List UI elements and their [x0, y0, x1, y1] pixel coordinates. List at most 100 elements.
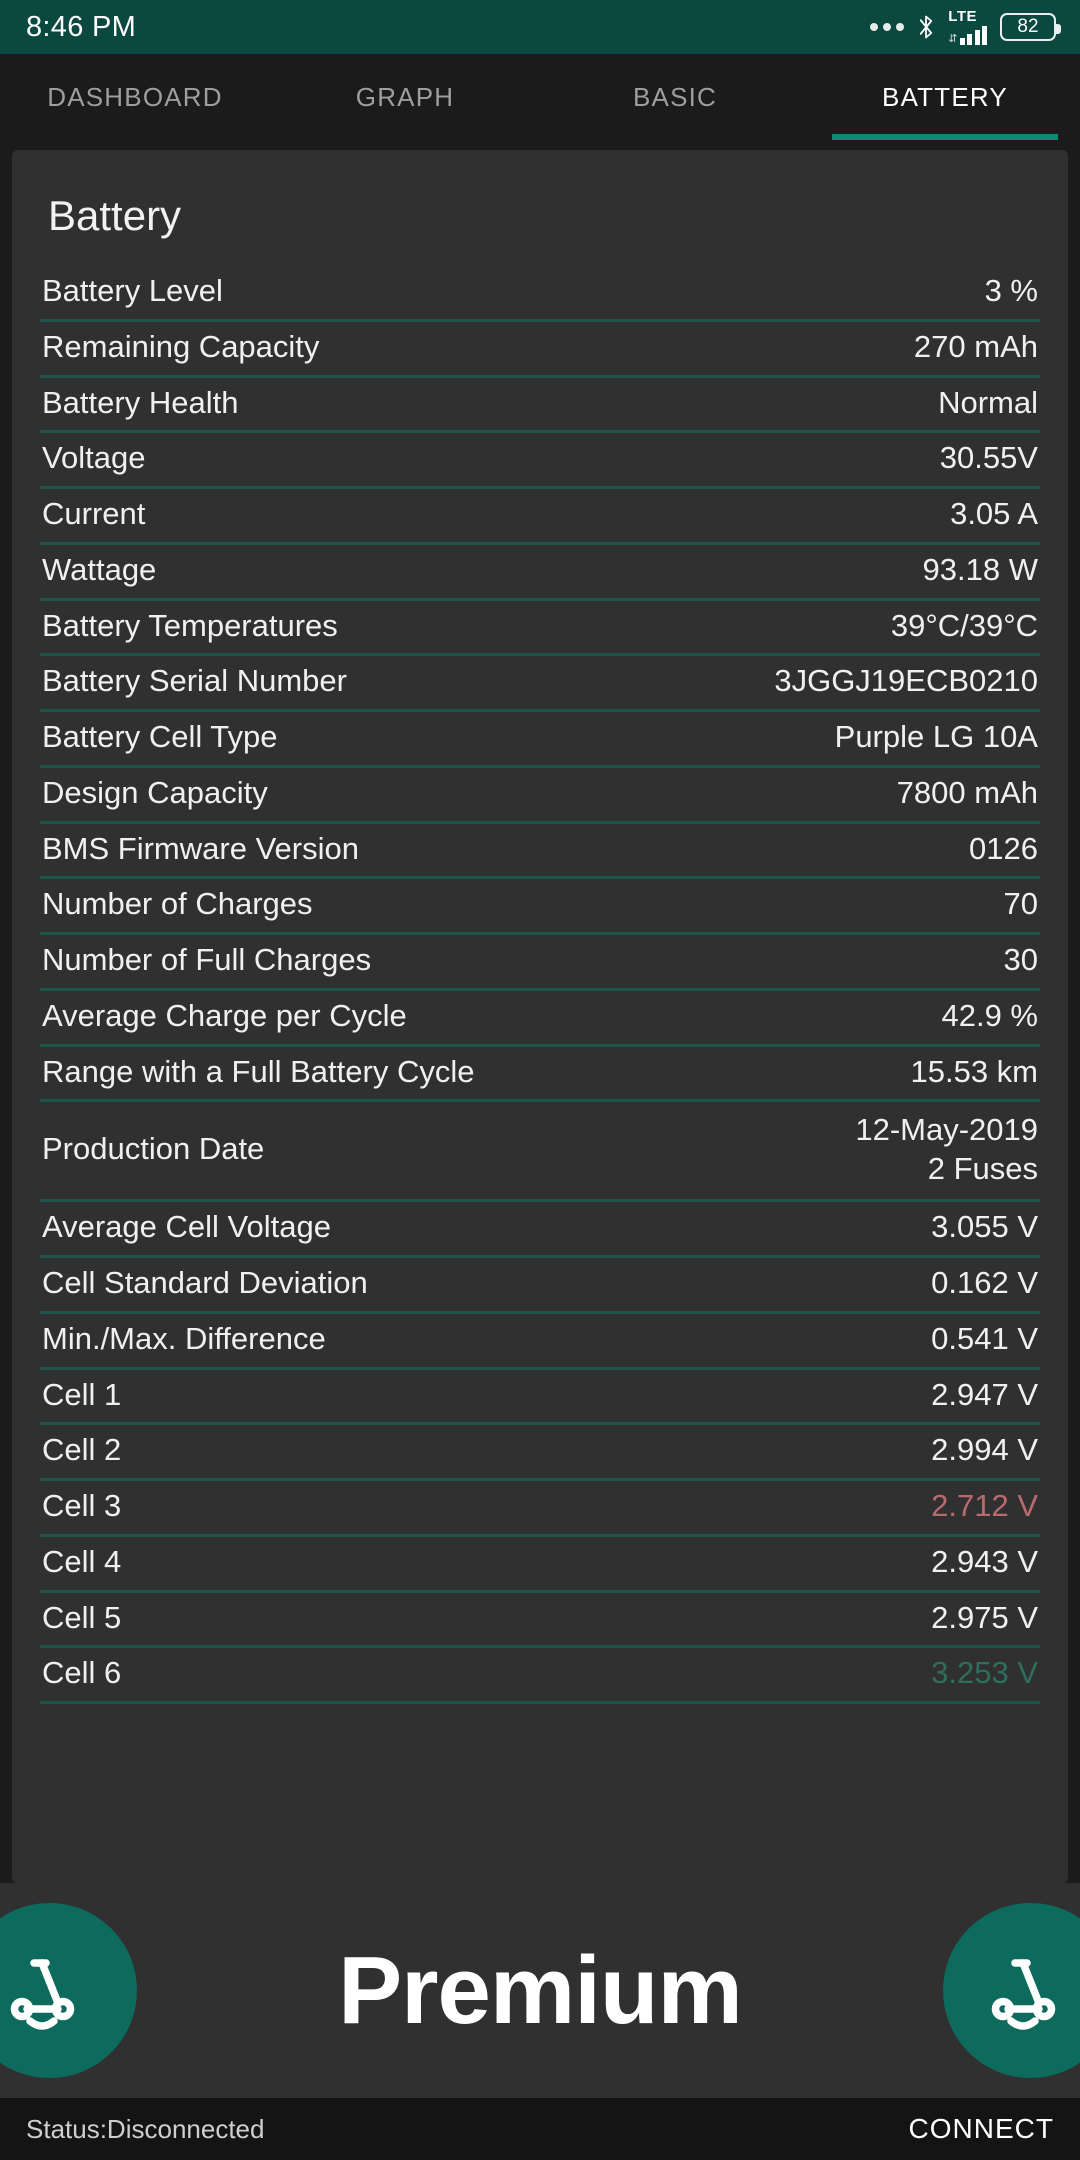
system-status-bar: 8:46 PM LTE ⇵ 82 — [0, 0, 1080, 54]
row-value: 270 mAh — [913, 328, 1038, 364]
battery-info-row: Cell 3 2.712 V — [40, 1481, 1040, 1537]
row-value: 12-May-2019 2 Fuses — [855, 1112, 1038, 1186]
battery-info-row: Battery Health Normal — [40, 378, 1040, 434]
row-label: Battery Temperatures — [42, 607, 338, 643]
battery-info-row: Number of Full Charges 30 — [40, 935, 1040, 991]
battery-info-row: Cell Standard Deviation 0.162 V — [40, 1258, 1040, 1314]
bluetooth-icon — [917, 13, 935, 41]
status-badge: Status:Disconnected — [26, 2113, 265, 2144]
scooter-icon — [943, 1903, 1080, 2078]
battery-card[interactable]: Battery Battery Level 3 % Remaining Capaci… — [12, 150, 1068, 1883]
row-value: 3JGGJ19ECB0210 — [774, 663, 1038, 699]
battery-info-row: Remaining Capacity 270 mAh — [40, 322, 1040, 378]
connection-status-bar: Status:Disconnected CONNECT — [0, 2098, 1080, 2160]
row-label: BMS Firmware Version — [42, 830, 359, 866]
battery-info-row: Cell 2 2.994 V — [40, 1425, 1040, 1481]
system-icons: LTE ⇵ 82 — [870, 9, 1061, 45]
tab-basic[interactable]: BASIC — [540, 54, 810, 140]
row-value: 2.975 V — [931, 1599, 1038, 1635]
row-label: Range with a Full Battery Cycle — [42, 1053, 475, 1089]
battery-info-row: Current 3.05 A — [40, 489, 1040, 545]
network-type-label: LTE — [948, 8, 977, 25]
battery-info-row: Voltage 30.55V — [40, 433, 1040, 489]
row-label: Cell Standard Deviation — [42, 1265, 368, 1300]
battery-info-row: Cell 6 3.253 V — [40, 1648, 1040, 1704]
battery-info-row: Production Date 12-May-2019 2 Fuses — [40, 1102, 1040, 1203]
battery-info-row: Average Cell Voltage 3.055 V — [40, 1202, 1040, 1258]
battery-info-list: Battery Level 3 % Remaining Capacity 270 mA… — [12, 266, 1068, 1704]
row-value: Normal — [938, 384, 1038, 420]
row-value: 2.994 V — [931, 1432, 1038, 1468]
row-label: Cell 1 — [42, 1376, 122, 1412]
row-value: 3.253 V — [931, 1655, 1038, 1691]
row-label: Wattage — [42, 551, 157, 587]
row-label: Average Cell Voltage — [42, 1209, 331, 1245]
battery-info-row: Design Capacity 7800 mAh — [40, 768, 1040, 824]
scooter-icon — [0, 1903, 137, 2078]
row-value: 30 — [1003, 942, 1038, 977]
row-value: 93.18 W — [922, 551, 1038, 587]
row-label: Cell 3 — [42, 1488, 122, 1523]
row-label: Cell 6 — [42, 1655, 122, 1691]
row-label: Battery Serial Number — [42, 663, 347, 699]
row-value: 2.712 V — [931, 1488, 1038, 1523]
battery-info-row: Number of Charges 70 — [40, 879, 1040, 935]
battery-info-row: Battery Temperatures 39°C/39°C — [40, 601, 1040, 657]
row-value: 3.055 V — [931, 1209, 1038, 1245]
row-value: Purple LG 10A — [834, 719, 1038, 754]
row-value: 70 — [1003, 886, 1038, 922]
main-content: Battery Battery Level 3 % Remaining Capaci… — [0, 140, 1080, 2098]
row-label: Min./Max. Difference — [42, 1320, 326, 1356]
battery-percent-label: 82 — [1017, 16, 1039, 37]
row-value: 3 % — [984, 273, 1038, 308]
tab-battery[interactable]: BATTERY — [810, 54, 1080, 140]
row-value: 2.943 V — [931, 1543, 1038, 1579]
row-label: Battery Level — [42, 273, 223, 308]
clock: 8:46 PM — [26, 10, 137, 43]
connect-button[interactable]: CONNECT — [909, 2113, 1054, 2145]
row-value: 0.162 V — [931, 1265, 1038, 1300]
row-label: Cell 5 — [42, 1599, 122, 1635]
tab-dashboard[interactable]: DASHBOARD — [0, 54, 270, 140]
battery-info-row: Battery Cell Type Purple LG 10A — [40, 712, 1040, 768]
row-value: 30.55V — [939, 440, 1038, 476]
tab-graph[interactable]: GRAPH — [270, 54, 540, 140]
row-label: Cell 4 — [42, 1543, 122, 1579]
battery-info-row: Range with a Full Battery Cycle 15.53 km — [40, 1047, 1040, 1103]
signal-bars-icon: LTE ⇵ — [948, 9, 987, 45]
row-label: Number of Full Charges — [42, 942, 372, 977]
row-value: 3.05 A — [950, 496, 1038, 531]
row-value: 7800 mAh — [896, 774, 1038, 810]
row-value: 0.541 V — [931, 1320, 1038, 1356]
row-value: 2.947 V — [931, 1376, 1038, 1412]
row-label: Production Date — [42, 1131, 265, 1167]
battery-info-row: Cell 5 2.975 V — [40, 1593, 1040, 1649]
row-label: Design Capacity — [42, 774, 268, 810]
row-label: Voltage — [42, 440, 146, 476]
row-label: Average Charge per Cycle — [42, 997, 407, 1033]
battery-info-row: Battery Level 3 % — [40, 266, 1040, 322]
battery-info-row: Battery Serial Number 3JGGJ19ECB0210 — [40, 656, 1040, 712]
battery-info-row: BMS Firmware Version 0126 — [40, 824, 1040, 880]
battery-info-row: Min./Max. Difference 0.541 V — [40, 1314, 1040, 1370]
premium-label: Premium — [338, 1936, 743, 2044]
row-value: 42.9 % — [941, 997, 1038, 1033]
battery-info-row: Cell 4 2.943 V — [40, 1537, 1040, 1593]
row-label: Remaining Capacity — [42, 328, 320, 364]
battery-icon: 82 — [1000, 13, 1061, 41]
data-arrows-icon: ⇵ — [948, 33, 958, 45]
battery-info-row: Average Charge per Cycle 42.9 % — [40, 991, 1040, 1047]
battery-info-row: Wattage 93.18 W — [40, 545, 1040, 601]
more-dots-icon — [870, 23, 905, 31]
row-label: Cell 2 — [42, 1432, 122, 1468]
premium-banner[interactable]: Premium — [0, 1883, 1080, 2098]
row-value: 39°C/39°C — [890, 607, 1038, 643]
row-label: Battery Health — [42, 384, 239, 420]
row-value: 15.53 km — [910, 1053, 1038, 1089]
battery-info-row: Cell 1 2.947 V — [40, 1370, 1040, 1426]
row-label: Number of Charges — [42, 886, 313, 922]
tab-bar: DASHBOARD GRAPH BASIC BATTERY — [0, 54, 1080, 140]
row-label: Battery Cell Type — [42, 719, 278, 754]
row-value: 0126 — [969, 830, 1038, 866]
page-title: Battery — [48, 192, 182, 239]
